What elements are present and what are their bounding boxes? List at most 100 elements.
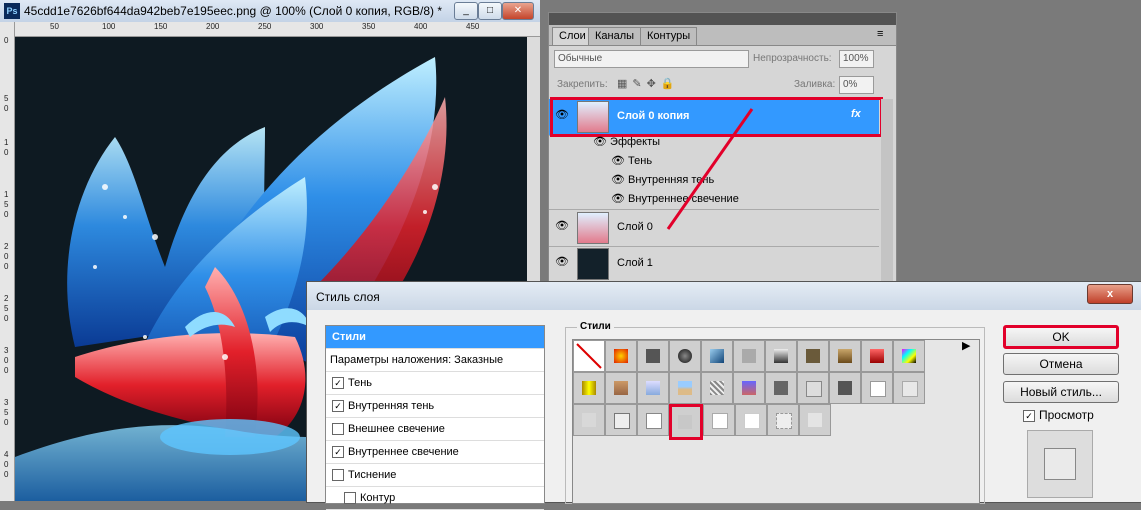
checkbox[interactable]	[332, 469, 344, 482]
style-swatch[interactable]	[893, 340, 925, 372]
checkbox[interactable]	[332, 423, 344, 436]
style-swatch[interactable]	[605, 340, 637, 372]
list-item-blending-options[interactable]: Параметры наложения: Заказные	[326, 349, 544, 372]
preview-swatch	[1044, 448, 1076, 480]
style-preview	[1027, 430, 1093, 498]
lock-icons[interactable]: ▦✎✥🔒	[617, 77, 680, 90]
panel-header-bar[interactable]	[549, 13, 896, 25]
cancel-button[interactable]: Отмена	[1003, 353, 1119, 375]
ruler-label: 0	[4, 148, 9, 157]
style-swatch[interactable]	[701, 340, 733, 372]
list-item-styles[interactable]: Стили	[326, 326, 544, 349]
ruler-label: 300	[310, 22, 324, 31]
panel-menu-icon[interactable]: ≡	[877, 28, 883, 40]
style-swatch[interactable]	[765, 340, 797, 372]
style-swatch[interactable]	[799, 404, 831, 436]
ruler-label: 3	[4, 398, 9, 407]
new-style-button[interactable]: Новый стиль...	[1003, 381, 1119, 403]
ruler-label: 0	[4, 418, 9, 427]
eye-icon[interactable]: 👁	[611, 193, 628, 205]
style-swatch[interactable]	[767, 404, 799, 436]
close-button[interactable]: ✕	[502, 2, 534, 20]
ruler-label: 250	[258, 22, 272, 31]
style-swatch[interactable]	[797, 372, 829, 404]
ruler-horizontal: 0 50 100 150 200 250 300 350 400 450	[6, 22, 540, 37]
style-swatch[interactable]	[701, 372, 733, 404]
style-swatch[interactable]	[733, 372, 765, 404]
effect-item[interactable]: 👁 Тень	[611, 154, 652, 167]
styles-menu-arrow-icon[interactable]: ▶	[962, 339, 970, 352]
style-swatch[interactable]	[893, 372, 925, 404]
document-titlebar[interactable]: Ps 45cdd1e7626bf644da942beb7e195eec.png …	[0, 0, 540, 22]
list-item-contour[interactable]: Контур	[326, 487, 544, 510]
checkbox-checked[interactable]: ✓	[332, 400, 344, 413]
layers-scrollbar[interactable]	[881, 99, 893, 284]
style-swatch[interactable]	[735, 404, 767, 436]
effect-label: Тень	[628, 155, 653, 167]
styles-swatch-grid	[572, 339, 980, 504]
style-swatch-highlighted[interactable]	[669, 404, 703, 440]
dialog-close-button[interactable]: x	[1087, 284, 1133, 304]
minimize-button[interactable]: _	[454, 2, 478, 20]
style-swatch[interactable]	[733, 340, 765, 372]
layer-thumbnail	[577, 248, 609, 280]
style-swatch[interactable]	[829, 372, 861, 404]
style-swatch[interactable]	[637, 404, 669, 436]
ruler-label: 0	[4, 252, 9, 261]
style-swatch[interactable]	[703, 404, 735, 436]
layer-name[interactable]: Слой 1	[617, 257, 653, 269]
ruler-label: 200	[206, 22, 220, 31]
list-item-drop-shadow[interactable]: ✓ Тень	[326, 372, 544, 395]
layer-style-dialog: Стиль слоя x Стили Параметры наложения: …	[306, 281, 1141, 510]
ruler-label: 100	[102, 22, 116, 31]
ruler-label: 0	[4, 470, 9, 479]
checkbox-checked[interactable]: ✓	[332, 446, 344, 459]
ruler-vertical: 0 5 0 1 0 1 5 0 2 0 0 2 5 0 3 0 0 3 5 0 …	[0, 22, 15, 501]
ruler-label: 450	[466, 22, 480, 31]
list-item-outer-glow[interactable]: Внешнее свечение	[326, 418, 544, 441]
style-swatch[interactable]	[605, 372, 637, 404]
preview-checkbox[interactable]: ✓ Просмотр	[1023, 408, 1094, 422]
checkbox-checked[interactable]: ✓	[1023, 409, 1035, 422]
tab-channels[interactable]: Каналы	[588, 27, 642, 45]
list-item-inner-glow[interactable]: ✓ Внутреннее свечение	[326, 441, 544, 464]
effects-group[interactable]: 👁 Эффекты	[593, 135, 660, 148]
list-item-inner-shadow[interactable]: ✓ Внутренняя тень	[326, 395, 544, 418]
layer-thumbnail	[577, 212, 609, 244]
style-swatch[interactable]	[861, 372, 893, 404]
style-swatch[interactable]	[573, 404, 605, 436]
maximize-button[interactable]: □	[478, 2, 502, 20]
eye-icon[interactable]: 👁	[553, 219, 571, 237]
style-swatch[interactable]	[861, 340, 893, 372]
layer-row[interactable]: 👁 Слой 1	[549, 246, 879, 283]
eye-icon[interactable]: 👁	[553, 255, 571, 273]
dialog-titlebar[interactable]: Стиль слоя x	[307, 282, 1141, 310]
checkbox[interactable]	[344, 492, 356, 505]
item-label: Контур	[360, 492, 396, 504]
style-swatch[interactable]	[605, 404, 637, 436]
style-swatch[interactable]	[573, 372, 605, 404]
style-swatch-none[interactable]	[573, 340, 605, 372]
ruler-label: 0	[4, 210, 9, 219]
style-swatch[interactable]	[637, 340, 669, 372]
eye-icon[interactable]: 👁	[593, 136, 610, 148]
style-swatch[interactable]	[669, 340, 701, 372]
blend-mode-select[interactable]: Обычные	[554, 50, 749, 68]
ok-button[interactable]: OK	[1003, 325, 1119, 349]
style-swatch[interactable]	[765, 372, 797, 404]
tab-layers[interactable]: Слои	[552, 27, 593, 45]
list-item-bevel[interactable]: Тиснение	[326, 464, 544, 487]
eye-icon[interactable]: 👁	[611, 174, 628, 186]
tab-paths[interactable]: Контуры	[640, 27, 698, 45]
ruler-label: 0	[4, 314, 9, 323]
preview-label: Просмотр	[1039, 408, 1094, 422]
layer-name[interactable]: Слой 0	[617, 221, 653, 233]
checkbox-checked[interactable]: ✓	[332, 377, 344, 390]
style-swatch[interactable]	[637, 372, 669, 404]
eye-icon[interactable]: 👁	[611, 155, 628, 167]
fill-input[interactable]: 0%	[839, 76, 874, 94]
style-swatch[interactable]	[669, 372, 701, 404]
opacity-input[interactable]: 100%	[839, 50, 874, 68]
style-swatch[interactable]	[829, 340, 861, 372]
style-swatch[interactable]	[797, 340, 829, 372]
